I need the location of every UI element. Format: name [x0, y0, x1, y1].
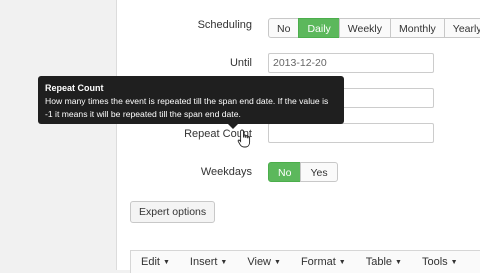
menu-edit[interactable]: Edit ▼ — [131, 256, 180, 268]
menu-insert-label: Insert — [189, 256, 218, 268]
menu-table[interactable]: Table ▼ — [356, 256, 412, 268]
menu-tools-label: Tools — [421, 256, 448, 268]
tooltip-title: Repeat Count — [45, 83, 104, 93]
menu-format[interactable]: Format ▼ — [291, 256, 356, 268]
weekdays-option-yes[interactable]: Yes — [300, 162, 338, 182]
hand-cursor-icon — [237, 129, 251, 148]
repeat-count-tooltip: Repeat Count How many times the event is… — [38, 76, 344, 129]
scheduling-option-daily[interactable]: Daily — [298, 18, 340, 38]
weekdays-button-group: No Yes — [268, 162, 338, 182]
weekdays-label: Weekdays — [200, 166, 252, 178]
caret-down-icon: ▼ — [338, 258, 346, 266]
caret-down-icon: ▼ — [162, 258, 170, 266]
menu-insert[interactable]: Insert ▼ — [180, 256, 237, 268]
scheduling-option-monthly[interactable]: Monthly — [390, 18, 445, 38]
until-label: Until — [229, 57, 252, 69]
tooltip-text-line2: -1 it means it will be repeated till the… — [45, 109, 241, 119]
menu-table-label: Table — [365, 256, 393, 268]
caret-down-icon: ▼ — [274, 258, 281, 266]
caret-down-icon: ▼ — [450, 258, 458, 266]
scheduling-option-weekly[interactable]: Weekly — [338, 18, 392, 38]
scheduling-label: Scheduling — [197, 19, 252, 31]
until-date-input[interactable]: 2013-12-20 — [268, 53, 434, 73]
menu-view-label: View — [247, 256, 272, 268]
tooltip-text-line1: How many times the event is repeated til… — [45, 96, 329, 106]
repeat-count-input[interactable] — [268, 123, 434, 143]
menu-format-label: Format — [300, 256, 336, 268]
caret-down-icon: ▼ — [220, 258, 228, 266]
expert-options-button[interactable]: Expert options — [130, 201, 216, 223]
menu-view[interactable]: View ▼ — [237, 256, 291, 268]
menu-tools[interactable]: Tools ▼ — [412, 256, 468, 268]
scheduling-button-group: No Daily Weekly Monthly Yearly — [268, 18, 480, 38]
caret-down-icon: ▼ — [395, 258, 402, 266]
weekdays-option-no[interactable]: No — [268, 162, 302, 182]
scheduling-option-no[interactable]: No — [268, 18, 300, 38]
menu-edit-label: Edit — [141, 256, 160, 268]
scheduling-option-yearly[interactable]: Yearly — [443, 18, 480, 38]
